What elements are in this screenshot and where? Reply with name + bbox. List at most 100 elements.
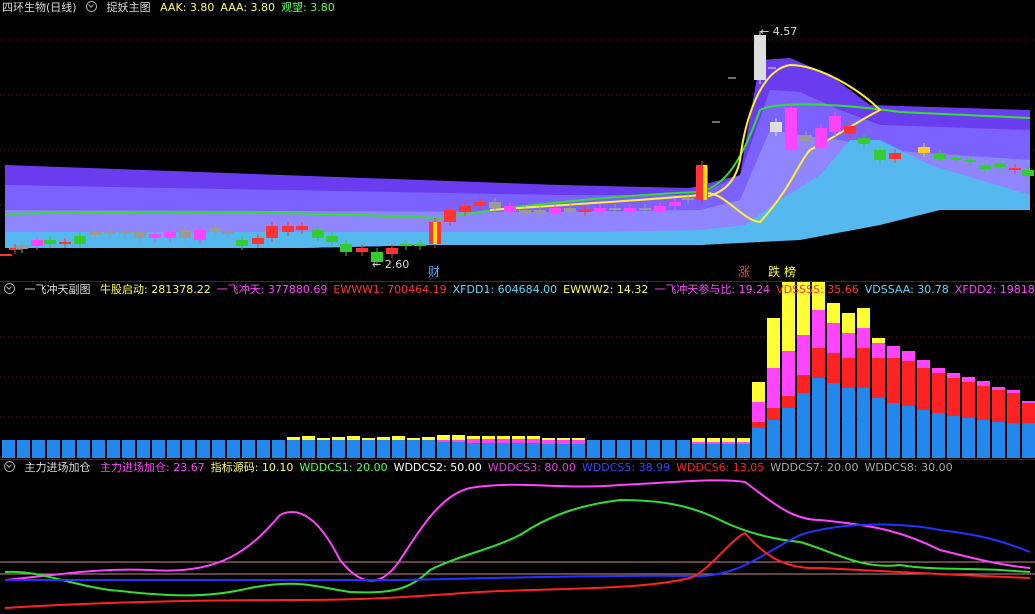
dropdown-icon[interactable] <box>4 283 15 294</box>
candle-body <box>534 210 546 214</box>
volume-bar <box>962 382 975 418</box>
candle-body <box>16 245 28 249</box>
volume-bar <box>212 440 225 458</box>
volume-bar <box>887 403 900 458</box>
volume-bar <box>902 351 915 361</box>
candle-body <box>829 116 841 132</box>
volume-bar <box>527 439 540 443</box>
candle-body <box>194 230 206 240</box>
candle-body <box>1022 170 1034 176</box>
signal-tag: 涨 <box>738 264 750 279</box>
volume-bar <box>842 358 855 388</box>
bottom-indicator-name[interactable]: 主力进场加仓 <box>25 461 91 474</box>
candle-body <box>89 232 101 235</box>
bottom-value-4: WDDCS3: 80.00 <box>487 461 576 474</box>
volume-bar <box>857 388 870 458</box>
volume-bar <box>1022 401 1035 403</box>
price-high-label: ← 4.57 <box>760 25 797 38</box>
sub-panel-header: 一飞冲天副图 牛股启动: 281378.22 一飞冲天: 377880.69 EWW… <box>0 282 1035 298</box>
volume-bar <box>482 443 495 458</box>
volume-bar <box>437 442 450 458</box>
volume-bar <box>2 440 15 458</box>
candle-body <box>312 230 324 238</box>
indicator-name[interactable]: 捉妖主图 <box>107 1 151 14</box>
volume-bar <box>977 386 990 420</box>
volume-bar <box>617 440 630 458</box>
candlestick-chart[interactable]: ← 4.57 ← 2.60 财 涨 跌榜 <box>0 0 1035 282</box>
candle-body <box>179 230 191 238</box>
line-indicator-chart[interactable] <box>0 460 1035 614</box>
volume-bar <box>692 438 705 442</box>
volume-bar <box>752 428 765 458</box>
volume-bar <box>557 440 570 444</box>
candle-highlight <box>433 222 437 244</box>
candle-body <box>459 206 471 212</box>
volume-bar <box>542 444 555 458</box>
candle-body <box>326 236 338 242</box>
volume-bar <box>977 420 990 458</box>
volume-bar <box>497 443 510 458</box>
volume-bar <box>947 373 960 378</box>
candle-body <box>164 232 176 238</box>
volume-bar <box>947 378 960 416</box>
candle-body <box>444 210 456 222</box>
volume-bar <box>437 440 450 442</box>
sub-indicator-name[interactable]: 一飞冲天副图 <box>25 283 91 296</box>
candle-body <box>1009 168 1021 170</box>
main-value-1: AAA: 3.80 <box>220 1 276 14</box>
main-chart-panel[interactable]: ← 4.57 ← 2.60 财 涨 跌榜 四环生物(日线) 捉妖主图 AAK: 3.80… <box>0 0 1035 282</box>
volume-bar <box>437 435 450 440</box>
volume-bar <box>1007 393 1020 423</box>
volume-bar <box>512 436 525 439</box>
volume-bar <box>917 410 930 458</box>
candle-body <box>624 208 636 212</box>
volume-bar <box>107 440 120 458</box>
sub-value-3: XFDD1: 604684.00 <box>452 283 558 296</box>
volume-bar <box>767 368 780 408</box>
candle-body <box>44 240 56 244</box>
dropdown-icon[interactable] <box>4 461 15 472</box>
candle-body <box>950 158 962 160</box>
volume-bar <box>932 373 945 413</box>
candle-body <box>400 244 412 246</box>
volume-bar <box>1022 423 1035 458</box>
volume-bar <box>692 442 705 444</box>
volume-bar <box>17 440 30 458</box>
volume-bar <box>512 443 525 458</box>
volume-bar <box>707 438 720 442</box>
volume-bar <box>647 440 660 458</box>
volume-bar <box>452 442 465 458</box>
volume-bar <box>332 437 345 440</box>
volume-bar <box>737 442 750 444</box>
volume-bar <box>752 402 765 422</box>
bottom-chart-panel[interactable]: 主力进场加仓 主力进场加仓: 23.67 指标源码: 10.10 WDDCS1: 2… <box>0 460 1035 614</box>
volume-bar <box>332 440 345 458</box>
candle-body <box>356 248 368 252</box>
candle-body <box>252 238 264 244</box>
volume-bar <box>452 435 465 440</box>
candle-body <box>282 226 294 232</box>
volume-bar <box>32 440 45 458</box>
candle-body <box>639 208 651 210</box>
volume-bar <box>257 440 270 458</box>
volume-bar <box>512 439 525 443</box>
candle-highlight <box>703 165 707 200</box>
candle-body <box>682 198 694 200</box>
volume-bar <box>932 368 945 373</box>
volume-bar <box>992 387 1005 390</box>
sub-chart-panel[interactable]: 一飞冲天副图 牛股启动: 281378.22 一飞冲天: 377880.69 EWW… <box>0 282 1035 460</box>
main-panel-header: 四环生物(日线) 捉妖主图 AAK: 3.80 AAA: 3.80 观望: 3.80 <box>0 0 347 16</box>
candle-body <box>874 150 886 160</box>
volume-bar <box>917 360 930 368</box>
volume-bar <box>707 444 720 458</box>
bottom-value-5: WDDCS5: 38.99 <box>581 461 671 474</box>
volume-bar <box>842 313 855 333</box>
volume-bar <box>992 422 1005 458</box>
dropdown-icon[interactable] <box>86 1 98 12</box>
volume-bar <box>827 303 840 323</box>
candle-body <box>209 228 221 232</box>
volume-bar <box>962 418 975 458</box>
volume-bar <box>797 335 810 375</box>
candle-body <box>266 226 278 238</box>
volume-bar-chart[interactable] <box>0 282 1035 460</box>
